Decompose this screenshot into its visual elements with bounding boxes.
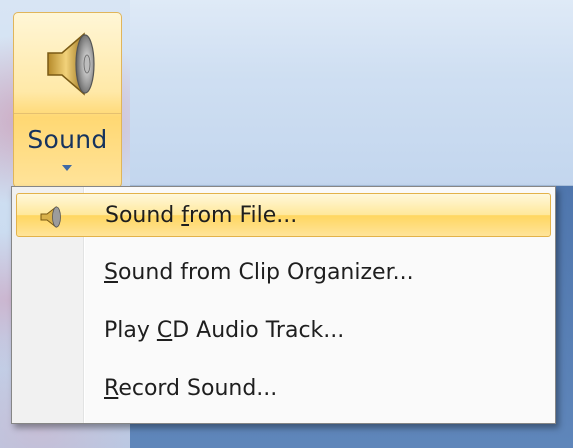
menu-item-sound-from-clip-organizer[interactable]: Sound from Clip Organizer... bbox=[16, 251, 551, 295]
sound-button-top[interactable] bbox=[14, 13, 121, 114]
speaker-icon bbox=[47, 32, 95, 96]
chevron-down-icon[interactable] bbox=[62, 165, 72, 171]
speaker-small-icon bbox=[40, 205, 61, 229]
sound-button-label[interactable]: Sound bbox=[14, 125, 121, 154]
menu-item-label: Sound from File... bbox=[105, 203, 298, 228]
menu-item-label: Play CD Audio Track... bbox=[104, 318, 345, 343]
menu-item-play-cd-audio-track[interactable]: Play CD Audio Track... bbox=[16, 309, 551, 353]
sound-dropdown-menu: Sound from File... Sound from Clip Organ… bbox=[11, 186, 556, 424]
sound-split-button[interactable]: Sound bbox=[13, 12, 122, 188]
menu-item-sound-from-file[interactable]: Sound from File... bbox=[16, 193, 551, 237]
menu-item-record-sound[interactable]: Record Sound... bbox=[16, 367, 551, 411]
menu-item-label: Record Sound... bbox=[104, 376, 278, 401]
ribbon-group bbox=[130, 0, 573, 186]
menu-item-label: Sound from Clip Organizer... bbox=[104, 260, 414, 285]
